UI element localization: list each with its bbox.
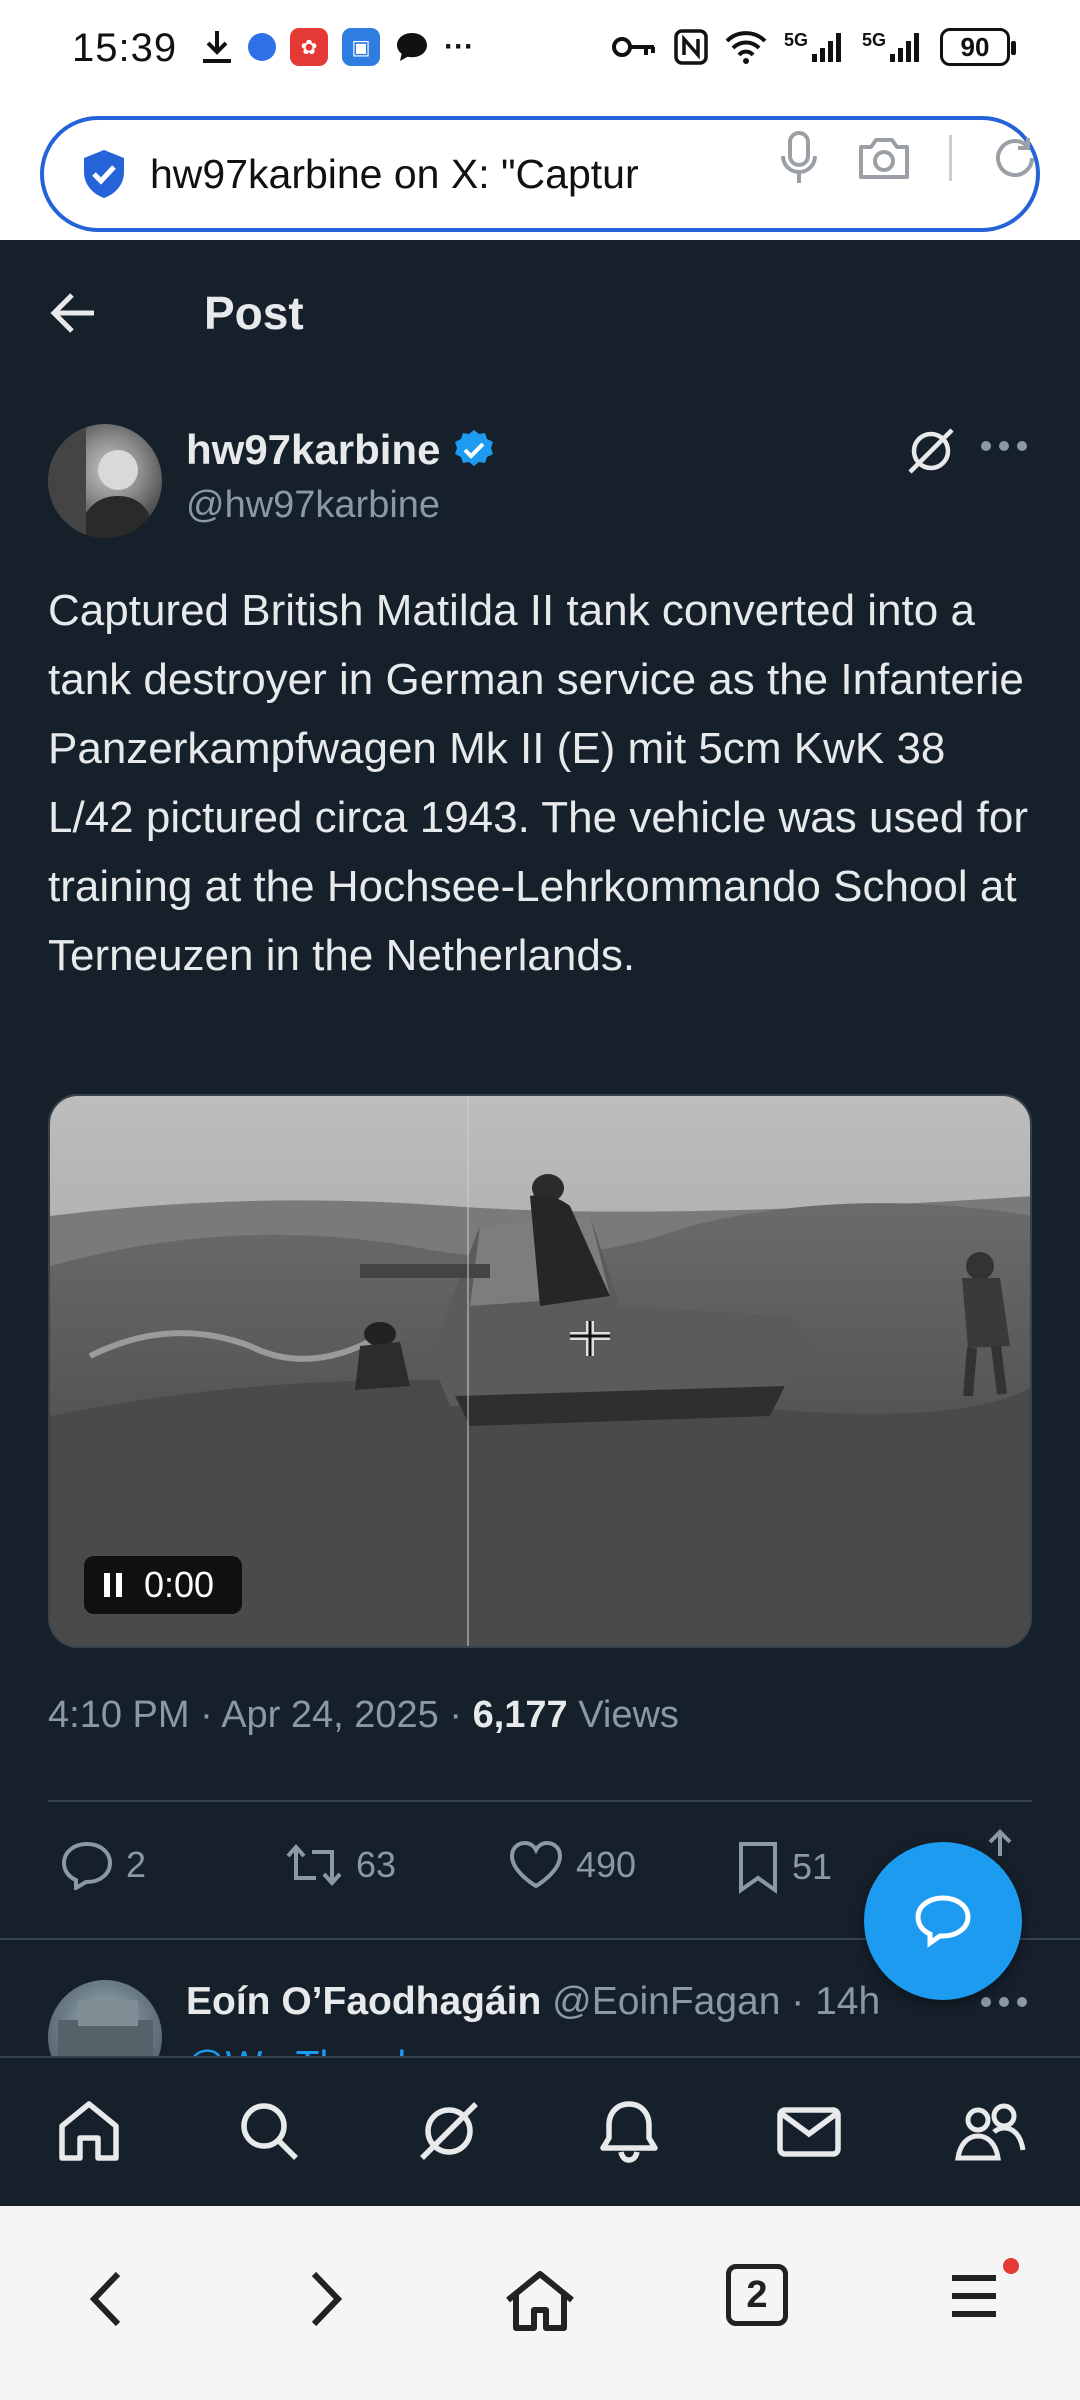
browser-back-icon[interactable] [84, 2268, 128, 2330]
bottom-navigation [0, 2056, 1080, 2206]
divider [48, 1800, 1032, 1802]
verified-badge-icon [455, 430, 494, 466]
signal-1-icon [811, 33, 841, 62]
repost-icon [286, 1843, 342, 1887]
views-count: 6,177 [472, 1694, 568, 1736]
system-icons: 5G 5G 90 [610, 28, 1016, 66]
download-icon [203, 31, 231, 63]
post-timestamp[interactable]: 4:10 PM · Apr 24, 2025 · [48, 1694, 473, 1736]
reply-more-icon[interactable] [980, 1994, 1028, 2010]
browser-navigation: 2 [0, 2206, 1080, 2400]
wifi-icon [725, 31, 767, 64]
back-arrow-icon[interactable] [48, 290, 98, 336]
url-text[interactable]: hw97karbine on X: "Captur [150, 151, 680, 198]
pause-icon[interactable] [102, 1571, 124, 1599]
bookmark-count: 51 [792, 1846, 833, 1887]
post-meta: 4:10 PM · Apr 24, 2025 · 6,177 Views [48, 1694, 679, 1737]
reply-author-handle[interactable]: @EoinFagan · 14h [541, 1980, 880, 2023]
like-count: 490 [576, 1844, 637, 1885]
repost-button[interactable]: 63 [284, 1840, 396, 1890]
views-label: Views [567, 1694, 679, 1736]
battery-level: 90 [960, 31, 990, 62]
search-icon[interactable] [234, 2096, 304, 2166]
signal-2-label: 5G [861, 29, 886, 50]
grok-nav-icon[interactable] [414, 2096, 484, 2166]
reload-icon[interactable] [990, 133, 1040, 183]
video-time: 0:00 [144, 1564, 215, 1605]
reply-author-name[interactable]: Eoín O’Faodhagáin [186, 1980, 541, 2023]
like-button[interactable]: 490 [508, 1840, 636, 1890]
reply-snippet[interactable]: @WarThunder... [186, 2036, 471, 2056]
reply-icon [61, 1841, 113, 1890]
messages-envelope-icon[interactable] [774, 2096, 844, 2166]
author-avatar[interactable] [48, 424, 162, 538]
more-notifications: ··· [444, 30, 474, 63]
bookmark-button[interactable]: 51 [736, 1840, 832, 1894]
more-options-icon[interactable] [980, 438, 1028, 454]
key-icon [611, 37, 655, 57]
browser-toolbar: hw97karbine on X: "Captur [0, 104, 1080, 240]
chat-bubble-icon [397, 33, 427, 61]
url-separator [949, 135, 952, 181]
page-title: Post [204, 287, 304, 339]
signal-1-label: 5G [783, 29, 808, 50]
bookmark-icon [739, 1842, 777, 1894]
reply-count: 2 [126, 1844, 147, 1885]
communities-icon[interactable] [954, 2096, 1026, 2166]
secure-shield-icon [84, 150, 124, 198]
repost-count: 63 [356, 1844, 397, 1885]
browser-forward-icon[interactable] [304, 2268, 348, 2330]
status-bar: 15:39 ✿ ▣ ··· 5G 5G 90 [0, 0, 1080, 104]
camera-icon[interactable] [857, 135, 911, 181]
heart-icon [509, 1840, 563, 1889]
compose-reply-button[interactable] [864, 1842, 1022, 2000]
signal-2-icon [890, 33, 919, 62]
tabs-count: 2 [746, 2273, 768, 2316]
author-name-row[interactable]: hw97karbine [186, 426, 496, 474]
author-name[interactable]: hw97karbine [186, 426, 440, 474]
browser-home-icon[interactable] [502, 2268, 578, 2334]
browser-menu-icon[interactable] [946, 2268, 1002, 2324]
video-controls[interactable]: 0:00 [84, 1556, 242, 1614]
nfc-icon [674, 29, 708, 65]
url-actions [779, 130, 1040, 186]
post-video[interactable]: 0:00 [48, 1094, 1032, 1648]
home-icon[interactable] [54, 2096, 124, 2166]
post-text: Captured British Matilda II tank convert… [48, 586, 1028, 980]
reply-button[interactable]: 2 [60, 1840, 146, 1890]
app-notification-icon: ✿ [290, 28, 328, 66]
notification-icons: ✿ ▣ ··· [200, 28, 474, 66]
notifications-bell-icon[interactable] [594, 2096, 664, 2166]
app-dot-icon [248, 33, 276, 61]
tabs-count-button[interactable]: 2 [726, 2264, 788, 2326]
status-time: 15:39 [72, 26, 178, 70]
menu-notification-dot [1003, 2258, 1019, 2274]
author-handle[interactable]: @hw97karbine [186, 484, 440, 527]
grok-icon[interactable] [904, 424, 958, 478]
reply-header[interactable]: Eoín O’Faodhagáin @EoinFagan · 14h [186, 1980, 880, 2024]
app-shield-icon: ▣ [342, 28, 380, 66]
compose-chat-icon [915, 1895, 971, 1948]
battery-icon: 90 [940, 28, 1016, 66]
microphone-icon[interactable] [779, 130, 819, 186]
post-header: Post [0, 240, 1080, 390]
